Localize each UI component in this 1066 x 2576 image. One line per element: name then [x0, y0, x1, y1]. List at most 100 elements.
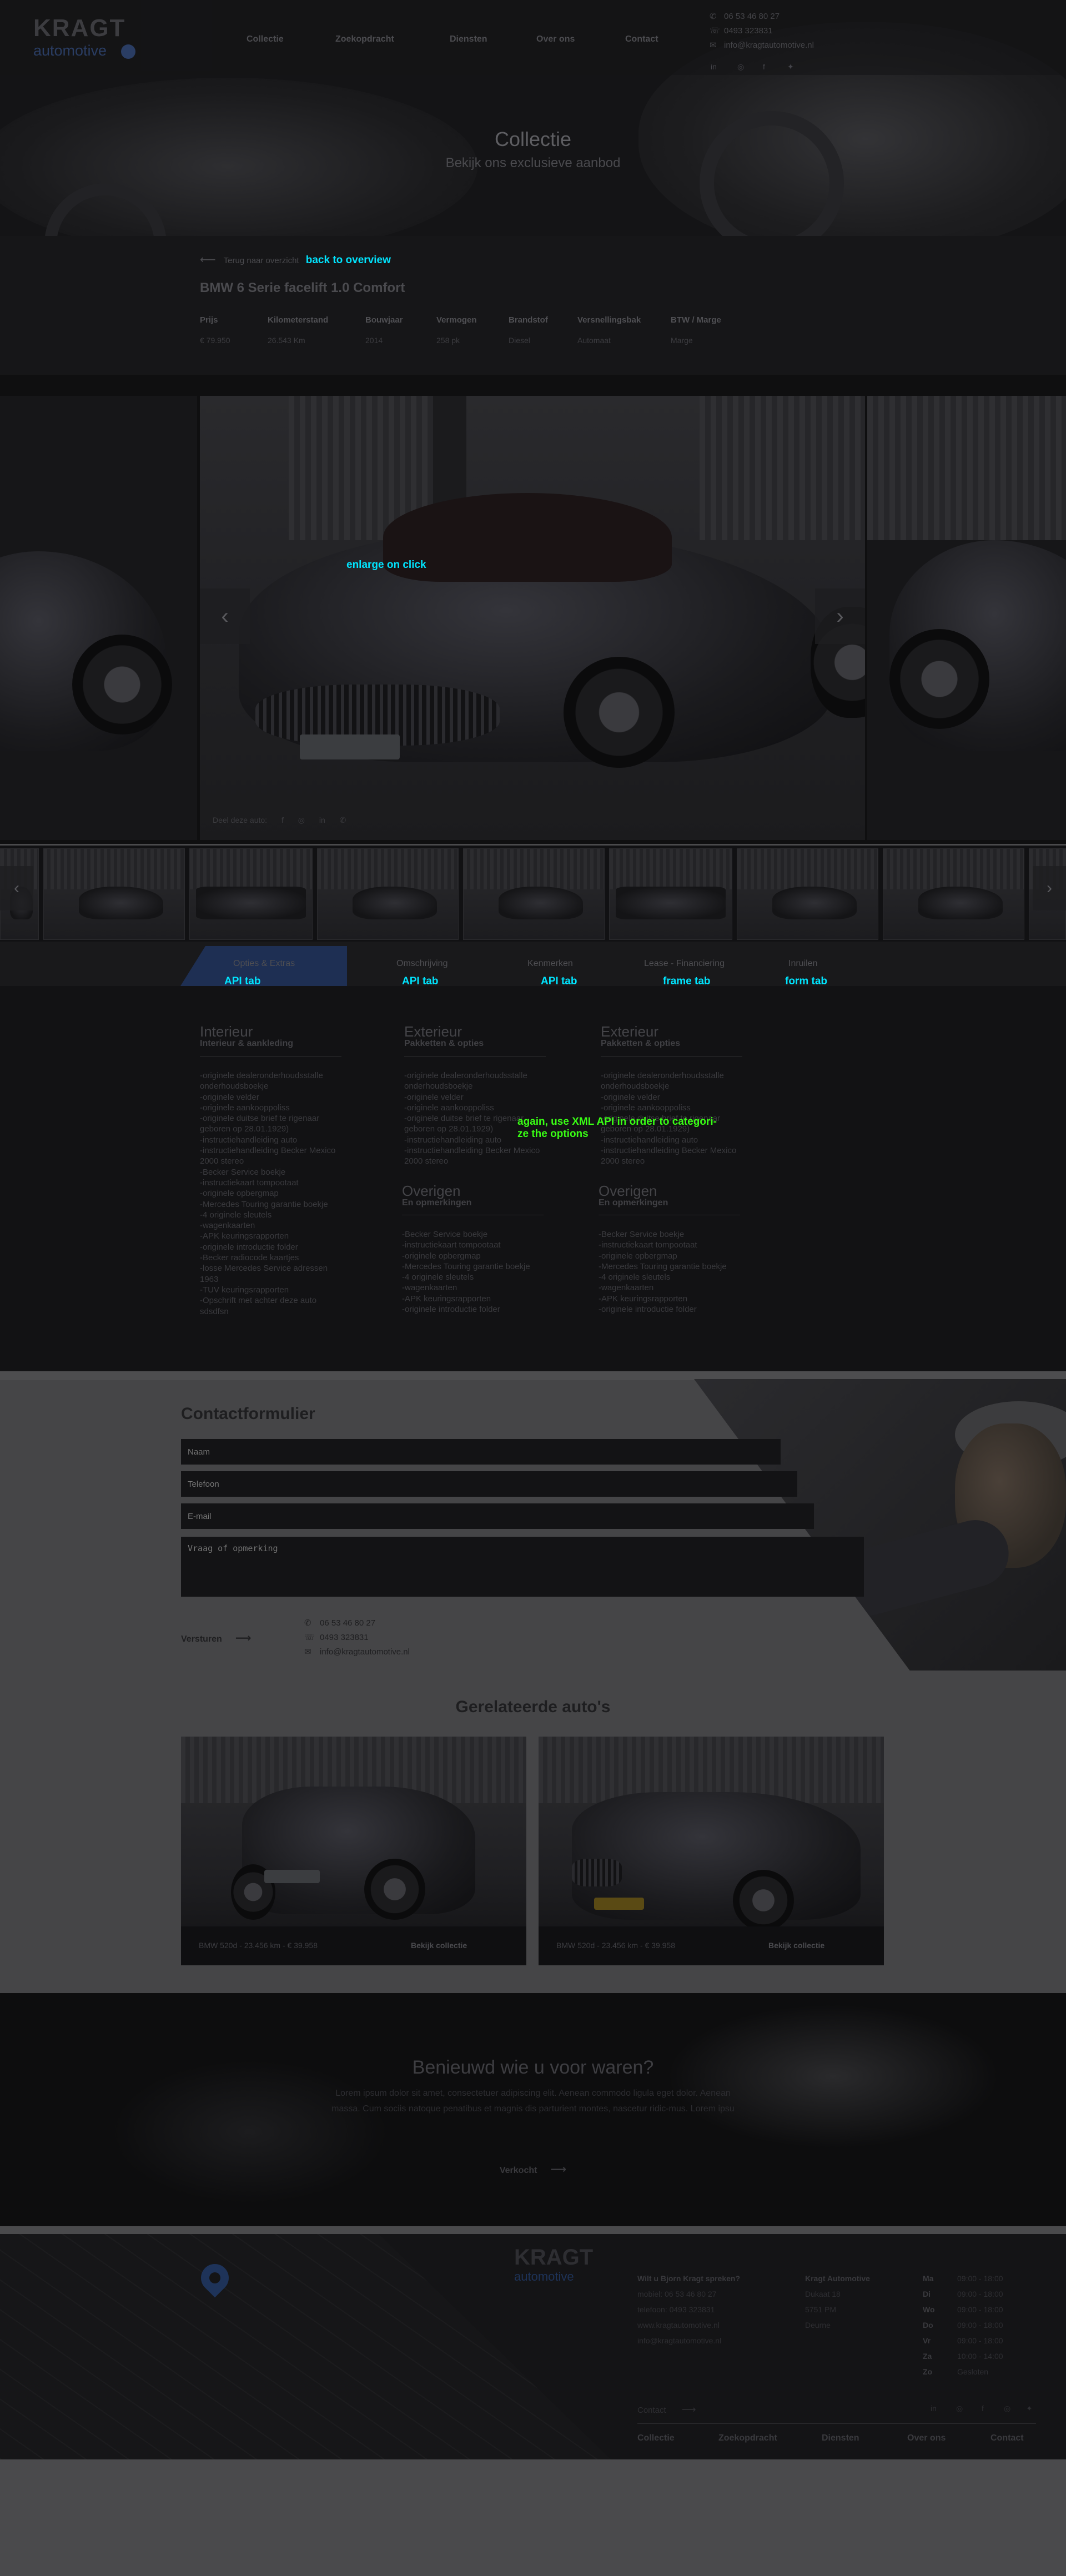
instagram-icon[interactable]: ◎ — [1004, 2404, 1010, 2413]
sold-cars-text: Lorem ipsum dolor sit amet, consectetuer… — [331, 2089, 735, 2114]
arrow-right-icon: ⟶ — [681, 2404, 696, 2415]
spec-gearbox: Versnellingsbak Automaat — [577, 315, 641, 345]
thumbnail[interactable] — [883, 848, 1024, 940]
option-item: -4 originele sleutels — [200, 1210, 272, 1220]
footer-nav-zoekopdracht[interactable]: Zoekopdracht — [718, 2433, 777, 2443]
name-field[interactable] — [181, 1439, 781, 1465]
option-item: -originele introductie folder — [402, 1305, 500, 1315]
footer-logo[interactable]: KRAGT — [514, 2245, 593, 2270]
tab-lease[interactable]: Lease - Financiering — [644, 959, 725, 969]
options-col2-title: Exterieur — [404, 1023, 462, 1040]
options-col3b-subtitle: En opmerkingen — [599, 1198, 668, 1208]
sold-cars-title: Benieuwd wie u voor waren? — [412, 2057, 654, 2078]
options-col1-subtitle: Interieur & aankleding — [200, 1039, 294, 1048]
send-button[interactable]: Versturen ⟶ — [181, 1631, 251, 1645]
option-item: -instructiekaart tompootaat — [599, 1240, 697, 1250]
phone-icon: ✆ — [710, 12, 717, 21]
spec-price: Prijs € 79.950 — [200, 315, 230, 345]
footer-nav-diensten[interactable]: Diensten — [822, 2433, 859, 2443]
nav-collectie[interactable]: Collectie — [247, 34, 284, 44]
gallery-prev-button[interactable]: ‹ — [200, 588, 250, 644]
linkedin-icon[interactable]: in — [319, 816, 325, 824]
phone-field[interactable] — [181, 1471, 797, 1497]
tab-tradein[interactable]: Inruilen — [788, 959, 817, 969]
contact-phone-mobile[interactable]: ✆ 06 53 46 80 27 — [304, 1618, 375, 1628]
nav-zoekopdracht[interactable]: Zoekopdracht — [335, 34, 394, 44]
option-item: -Mercedes Touring garantie boekje — [200, 1199, 328, 1209]
spec-power: Vermogen 258 pk — [436, 315, 477, 345]
related-car-card[interactable]: BMW 520d - 23.456 km - € 39.958 Bekijk c… — [539, 1737, 884, 1965]
option-item: 2000 stereo — [601, 1156, 645, 1166]
option-item: 2000 stereo — [404, 1156, 449, 1166]
thumbnail[interactable] — [737, 848, 878, 940]
twitter-icon[interactable]: ✦ — [787, 62, 794, 72]
tab-description[interactable]: Omschrijving — [396, 959, 447, 969]
sold-cars-link[interactable]: Verkocht ⟶ — [0, 2162, 1066, 2176]
tab-features[interactable]: Kenmerken — [527, 959, 573, 969]
enlarge-overlay-label: enlarge on click — [346, 559, 426, 571]
linkedin-icon[interactable]: in — [931, 2404, 937, 2413]
facebook-icon[interactable]: f — [982, 2404, 984, 2413]
logo-subtitle[interactable]: automotive — [33, 42, 107, 59]
related-car-card[interactable]: BMW 520d - 23.456 km - € 39.958 Bekijk c… — [181, 1737, 526, 1965]
message-field[interactable] — [181, 1537, 864, 1597]
twitter-icon[interactable]: ✦ — [1026, 2404, 1033, 2413]
facebook-icon[interactable]: f — [281, 816, 284, 824]
footer-nav-collectie[interactable]: Collectie — [637, 2433, 675, 2443]
thumbnail[interactable] — [609, 848, 732, 940]
opening-hours: Ma 09:00 - 18:00 Di 09:00 - 18:00 Wo 09:00 … — [923, 2274, 1003, 2376]
options-col2b-title: Overigen — [402, 1183, 461, 1199]
thumbnail[interactable] — [43, 848, 185, 940]
footer-nav-over-ons[interactable]: Over ons — [907, 2433, 946, 2443]
thumbs-prev-button[interactable]: ‹ — [0, 866, 33, 910]
option-item: 2000 stereo — [200, 1156, 244, 1166]
options-col3b-title: Overigen — [599, 1183, 657, 1199]
instagram-icon[interactable]: ◎ — [298, 816, 305, 824]
spec-fuel: Brandstof Diesel — [509, 315, 548, 345]
header-email[interactable]: ✉ info@kragtautomotive.nl — [710, 40, 814, 50]
nav-diensten[interactable]: Diensten — [450, 34, 487, 44]
gallery-next-photo[interactable] — [867, 396, 1066, 840]
options-col1-list: -originele dealeronderhoudsstalle onderho… — [200, 1070, 361, 1317]
header-phone-mobile[interactable]: ✆ 06 53 46 80 27 — [710, 11, 780, 21]
option-item: -Becker Service boekje — [599, 1230, 685, 1239]
gallery-prev-photo[interactable] — [0, 396, 197, 840]
option-item: -instructiekaart tompootaat — [200, 1178, 299, 1188]
header-phone-landline[interactable]: ☏ 0493 323831 — [710, 26, 773, 36]
back-link[interactable]: ⟵ Terug naar overzicht back to overview — [200, 253, 391, 266]
option-item: -Mercedes Touring garantie boekje — [599, 1261, 727, 1271]
instagram-icon[interactable]: ◎ — [956, 2404, 963, 2413]
tab-options[interactable]: Opties & Extras — [233, 959, 295, 969]
thumbnail[interactable] — [463, 848, 605, 940]
nav-over-ons[interactable]: Over ons — [536, 34, 575, 44]
option-item: -APK keuringsrapporten — [599, 1294, 688, 1304]
thumbs-next-button[interactable]: › — [1033, 866, 1066, 910]
related-view-link[interactable]: Bekijk collectie — [768, 1941, 824, 1950]
logo[interactable]: KRAGT — [33, 14, 125, 42]
option-item: -originele dealeronderhoudsstalle — [601, 1071, 724, 1080]
thumbnail[interactable] — [189, 848, 313, 940]
option-item: -TUV keuringsrapporten — [200, 1285, 289, 1295]
related-view-link[interactable]: Bekijk collectie — [411, 1941, 467, 1950]
hero-subtitle: Bekijk ons exclusieve aanbod — [445, 155, 621, 170]
spec-vat: BTW / Marge Marge — [671, 315, 721, 345]
contact-email[interactable]: ✉ info@kragtautomotive.nl — [304, 1647, 410, 1657]
whatsapp-icon[interactable]: ✆ — [340, 816, 346, 824]
footer-contact-link[interactable]: Contact ⟶ — [637, 2404, 696, 2416]
option-item: -losse Mercedes Service adressen — [200, 1264, 328, 1274]
gallery-main-photo[interactable] — [200, 396, 865, 840]
option-item: -originele aankooppoliss — [200, 1103, 290, 1113]
instagram-icon[interactable]: ◎ — [737, 62, 744, 72]
contact-phone-landline[interactable]: ☏ 0493 323831 — [304, 1632, 369, 1642]
option-item: -originele velder — [601, 1092, 660, 1102]
email-field[interactable] — [181, 1503, 814, 1529]
nav-contact[interactable]: Contact — [625, 34, 658, 44]
facebook-icon[interactable]: f — [763, 62, 765, 71]
linkedin-icon[interactable]: in — [711, 62, 717, 71]
arrow-right-icon: ⟶ — [235, 1632, 252, 1644]
related-title: Gerelateerde auto's — [455, 1698, 611, 1716]
gallery-next-button[interactable]: › — [815, 588, 865, 644]
thumbnail[interactable] — [317, 848, 459, 940]
footer-top-border — [0, 2226, 1066, 2234]
footer-nav-contact[interactable]: Contact — [990, 2433, 1024, 2443]
